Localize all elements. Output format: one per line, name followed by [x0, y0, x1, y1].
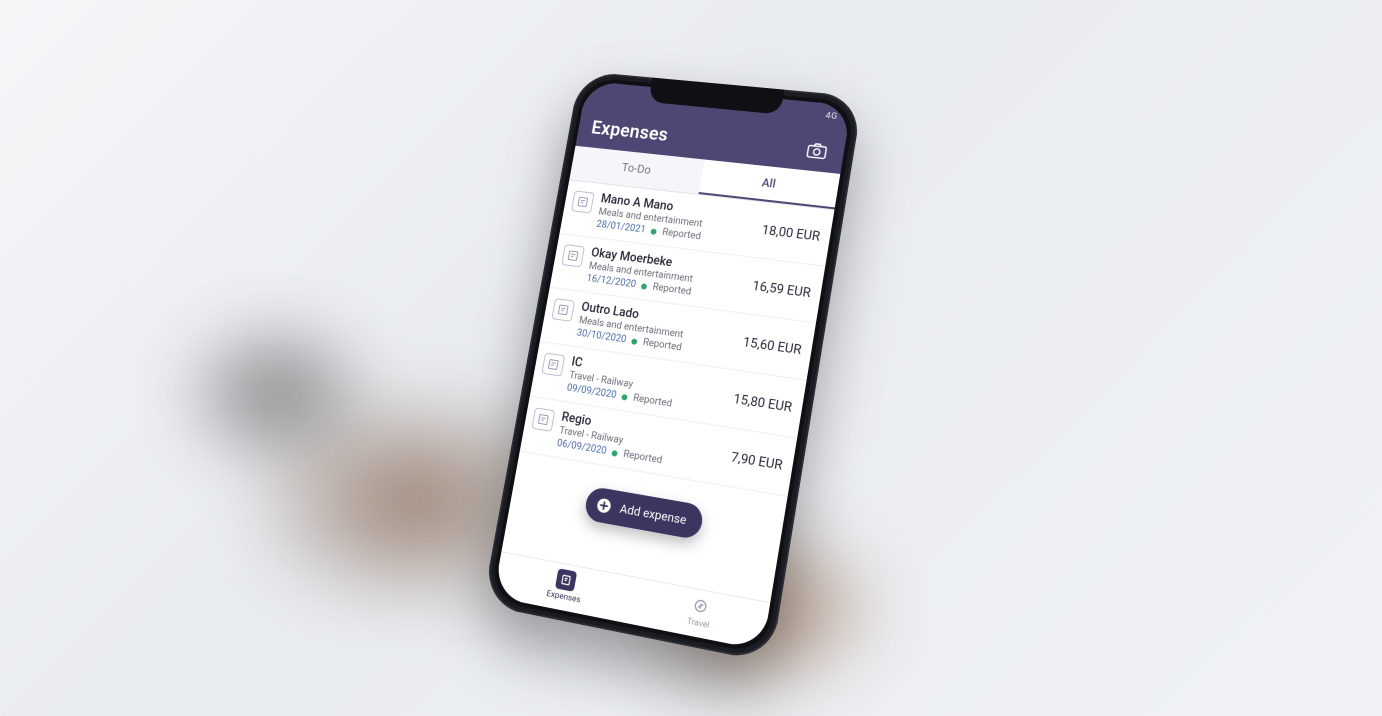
expense-amount: 15,80 EUR: [732, 391, 793, 415]
camera-icon[interactable]: [802, 139, 831, 163]
add-expense-button[interactable]: Add expense: [583, 486, 705, 541]
plus-circle-icon: [594, 495, 614, 516]
page-title: Expenses: [590, 116, 670, 145]
network-indicator: 4G: [825, 111, 839, 122]
expense-list-inner: Mano A Mano Meals and entertainment 28/0…: [520, 180, 835, 497]
airplane-icon: [690, 593, 713, 617]
receipt-icon: [541, 352, 565, 376]
expense-list[interactable]: Mano A Mano Meals and entertainment 28/0…: [502, 180, 835, 602]
status-dot-icon: [612, 450, 619, 457]
receipt-icon: [571, 190, 595, 213]
receipt-icon: [561, 244, 585, 267]
nav-label: Travel: [686, 616, 710, 631]
expense-amount: 15,60 EUR: [742, 335, 803, 358]
nav-item-travel[interactable]: Travel: [686, 593, 714, 630]
expense-amount: 7,90 EUR: [730, 450, 784, 474]
expense-status: Reported: [661, 227, 701, 242]
nav-item-expenses[interactable]: Expenses: [546, 566, 586, 605]
expense-main: Mano A Mano Meals and entertainment 28/0…: [595, 192, 753, 248]
status-dot-icon: [631, 338, 638, 345]
status-dot-icon: [641, 283, 648, 290]
status-dot-icon: [651, 228, 658, 234]
phone-stage: 4G Expenses To-Do All: [521, 33, 861, 683]
receipt-icon: [555, 568, 577, 592]
receipt-icon: [551, 298, 575, 322]
receipt-icon: [531, 407, 555, 432]
add-expense-label: Add expense: [619, 502, 688, 528]
expense-amount: 16,59 EUR: [751, 278, 811, 300]
phone-screen: 4G Expenses To-Do All: [493, 81, 851, 650]
expense-amount: 18,00 EUR: [761, 223, 821, 245]
status-dot-icon: [621, 393, 628, 400]
nav-label: Expenses: [546, 588, 582, 605]
phone-frame: 4G Expenses To-Do All: [482, 71, 863, 663]
